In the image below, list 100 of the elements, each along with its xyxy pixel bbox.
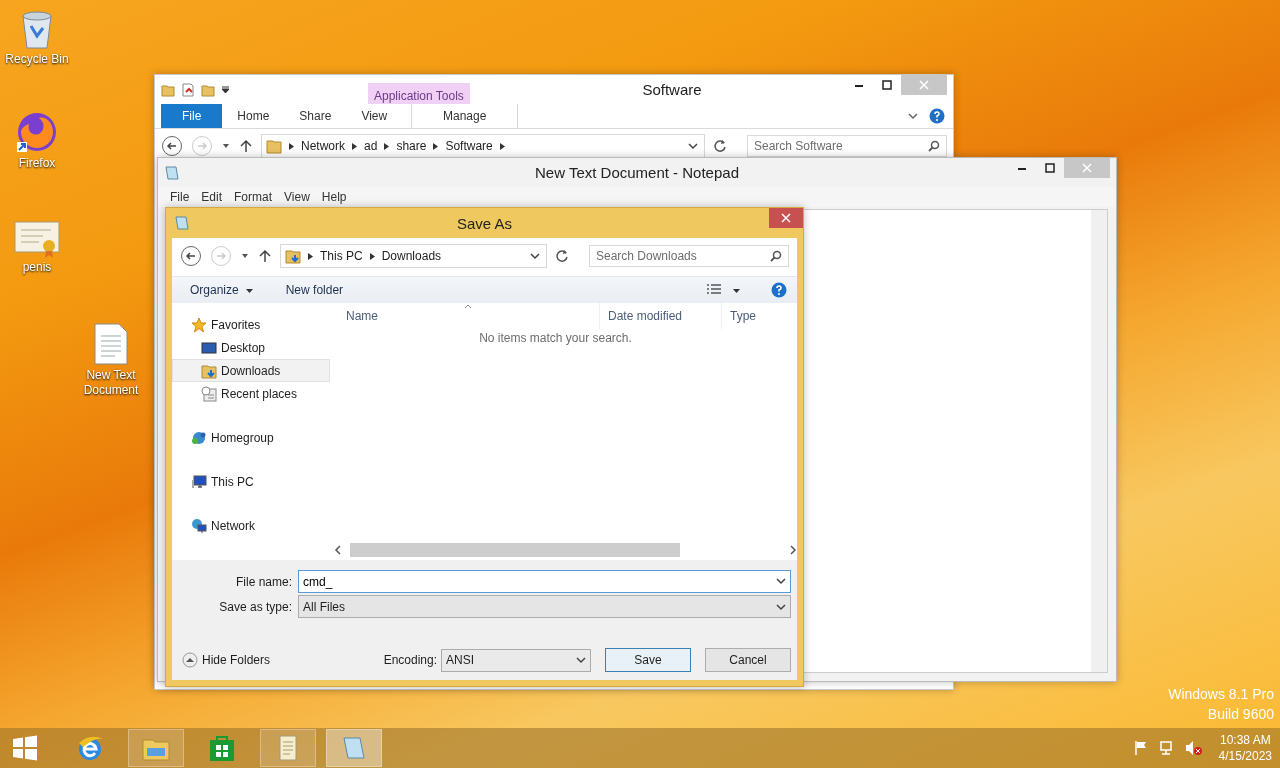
field-label: Encoding: — [383, 653, 437, 667]
properties-icon[interactable] — [181, 82, 195, 97]
navigation-label: Network — [211, 518, 255, 533]
organize-button[interactable]: Organize — [190, 283, 254, 297]
breadcrumb-arrow-icon[interactable] — [369, 252, 375, 260]
save-button[interactable]: Save — [605, 648, 691, 672]
refresh-icon[interactable] — [713, 139, 727, 153]
help-icon[interactable] — [929, 108, 945, 124]
up-arrow-icon[interactable] — [258, 249, 272, 263]
dialog-title: Save As — [457, 214, 512, 232]
encoding-dropdown[interactable]: ANSI — [441, 648, 591, 672]
start-button[interactable] — [12, 735, 38, 761]
navigation-label: Downloads — [221, 363, 281, 378]
folder-icon[interactable] — [161, 82, 175, 97]
close-button[interactable] — [769, 208, 803, 228]
dropdown-caret-icon — [576, 655, 586, 665]
breadcrumb-arrow-icon[interactable] — [499, 142, 505, 150]
volume-muted-icon[interactable] — [1184, 740, 1203, 756]
search-icon[interactable] — [928, 140, 940, 152]
download-folder-icon — [285, 248, 301, 264]
breadcrumb-arrow-icon[interactable] — [433, 142, 439, 150]
column-header[interactable]: Type — [721, 303, 790, 329]
column-header[interactable]: Name — [334, 303, 599, 329]
cancel-button[interactable]: Cancel — [705, 648, 791, 672]
breadcrumb-arrow-icon[interactable] — [308, 252, 313, 260]
window-title: New Text Document - Notepad — [535, 164, 739, 181]
text-file-icon[interactable] — [93, 322, 129, 366]
address-bar[interactable]: This PC Downloads — [280, 244, 547, 268]
file-type-dropdown[interactable]: All Files — [298, 595, 791, 618]
navigation-label: Homegroup — [211, 430, 274, 445]
breadcrumb-arrow-icon[interactable] — [289, 142, 294, 150]
ribbon-tab[interactable]: File — [161, 104, 223, 128]
breadcrumb-arrow-icon[interactable] — [352, 142, 357, 150]
notepad-icon[interactable] — [164, 164, 180, 181]
os-build: Build 9600 — [1207, 705, 1274, 724]
ribbon-tab[interactable]: View — [346, 104, 403, 128]
navigation-item[interactable]: Network — [172, 514, 330, 537]
window-title: Software — [642, 81, 702, 98]
breadcrumb-item[interactable]: Software — [445, 139, 493, 153]
search-field[interactable]: Search Software — [747, 135, 947, 157]
file-name-field[interactable]: cmd_ — [298, 570, 791, 593]
navigation-label: Desktop — [221, 340, 266, 355]
maximize-icon — [882, 80, 892, 90]
breadcrumb-item[interactable]: Network — [301, 139, 345, 153]
network-icon — [191, 517, 207, 534]
breadcrumb-arrow-icon[interactable] — [384, 142, 390, 150]
fox-globe-icon[interactable] — [15, 110, 59, 154]
navigation-item[interactable]: Favorites — [172, 313, 330, 336]
help-icon[interactable] — [771, 282, 787, 298]
menu-item[interactable]: Format — [228, 190, 279, 204]
search-icon[interactable] — [770, 250, 782, 262]
refresh-icon[interactable] — [555, 249, 569, 263]
navigation-item[interactable]: Recent places — [172, 382, 330, 405]
up-arrow-icon[interactable] — [239, 139, 253, 153]
dropdown-caret-icon[interactable] — [530, 251, 540, 261]
dropdown-caret-icon[interactable] — [688, 141, 698, 151]
search-field[interactable]: Search Downloads — [589, 245, 789, 267]
close-icon — [781, 213, 791, 223]
breadcrumb-item[interactable]: share — [396, 139, 427, 153]
breadcrumb-item[interactable]: ad — [364, 139, 378, 153]
breadcrumb-item[interactable]: Downloads — [381, 249, 442, 263]
dropdown-caret-icon — [776, 601, 786, 612]
menu-item[interactable]: File — [164, 190, 196, 204]
navigation-label: Favorites — [211, 317, 261, 332]
new-folder-button[interactable]: New folder — [285, 283, 344, 297]
navigation-item[interactable]: Downloads — [172, 359, 330, 382]
scroll-right-icon[interactable] — [789, 545, 797, 555]
hide-folders-button[interactable]: Hide Folders — [182, 652, 271, 668]
menu-item[interactable]: Edit — [195, 190, 229, 204]
homegroup-icon — [191, 429, 207, 446]
menu-item[interactable]: Help — [315, 190, 353, 204]
dropdown-caret-icon[interactable] — [776, 576, 786, 586]
view-list-icon[interactable] — [706, 283, 722, 297]
computer-icon — [191, 473, 207, 490]
ribbon-tab[interactable]: Manage — [411, 104, 519, 128]
ribbon-tab[interactable]: Home — [222, 104, 285, 128]
notepad-icon — [341, 735, 367, 761]
empty-message: No items match your search. — [478, 331, 633, 345]
vertical-scrollbar[interactable] — [1091, 210, 1107, 672]
chevron-down-icon[interactable] — [907, 110, 919, 122]
address-bar[interactable]: Network ad share Software — [261, 134, 705, 158]
navigation-item[interactable]: Homegroup — [172, 426, 330, 449]
close-icon — [1082, 163, 1092, 173]
customize-caret-icon[interactable] — [221, 85, 230, 94]
horizontal-scrollbar[interactable] — [334, 542, 797, 558]
back-button[interactable] — [180, 245, 202, 267]
column-header[interactable]: Date modified — [599, 303, 721, 329]
breadcrumb-item[interactable]: This PC — [320, 249, 363, 263]
store-bag-icon — [209, 734, 235, 762]
ribbon-tab[interactable]: Share — [284, 104, 347, 128]
new-folder-icon[interactable] — [201, 82, 215, 97]
network-icon[interactable] — [1158, 740, 1175, 756]
menu-item[interactable]: View — [278, 190, 316, 204]
navigation-label: This PC — [211, 474, 254, 489]
navigation-item[interactable]: Desktop — [172, 336, 330, 359]
up-caret-circle-icon — [182, 652, 198, 668]
back-button[interactable] — [161, 135, 183, 157]
scroll-left-icon[interactable] — [334, 545, 342, 555]
navigation-item[interactable]: This PC — [172, 470, 330, 493]
flag-icon[interactable] — [1132, 740, 1149, 756]
